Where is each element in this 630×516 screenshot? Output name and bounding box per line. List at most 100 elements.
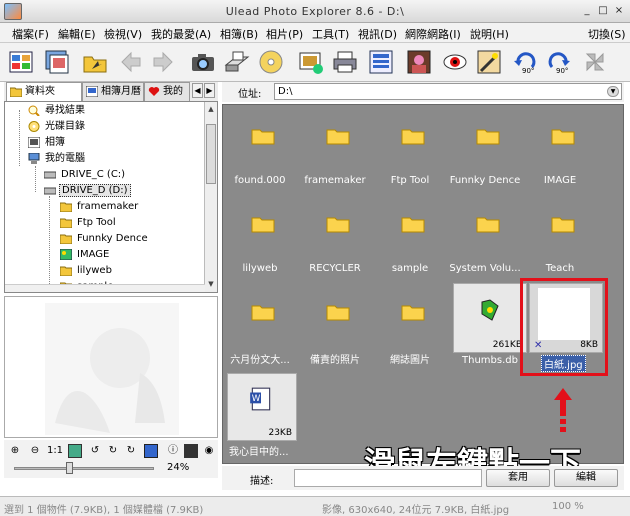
menu-album[interactable]: 相簿(B): [220, 26, 258, 42]
file-item-blog-images[interactable]: 網誌圖片: [373, 281, 447, 366]
menu-video[interactable]: 視訊(D): [358, 26, 397, 42]
tab-albums[interactable]: 相簿月曆: [82, 82, 144, 101]
file-label-doc: 我心目中的...: [229, 447, 289, 458]
folder-icon: [476, 129, 500, 145]
file-item-image[interactable]: IMAGE: [523, 105, 597, 186]
zoom-slider-knob[interactable]: [66, 462, 73, 474]
photo-icon[interactable]: [406, 49, 432, 75]
file-item-framemaker[interactable]: framemaker: [298, 105, 372, 186]
tree-item-my-computer[interactable]: 我的電腦: [28, 151, 87, 166]
menu-file[interactable]: 檔案(F): [12, 26, 49, 42]
info-icon[interactable]: ⓘ: [166, 444, 180, 458]
tree-item-ftp-tool[interactable]: Ftp Tool: [60, 215, 118, 230]
tree-item-drive-d[interactable]: DRIVE_D (D:): [44, 183, 131, 198]
status-bar: 選到 1 個物件 (7.9KB), 1 個媒體檔 (7.9KB) 影像, 630…: [0, 496, 630, 516]
file-item-lilyweb[interactable]: lilyweb: [223, 193, 297, 274]
back-icon[interactable]: [118, 49, 144, 75]
tab-scroll-left-icon[interactable]: ◀: [192, 83, 203, 98]
zoom-out-icon[interactable]: ⊖: [28, 444, 42, 458]
file-item-backup-photos[interactable]: 備責的照片: [298, 281, 372, 366]
actual-size-button[interactable]: 1:1: [46, 444, 64, 458]
file-item-funnky-dence[interactable]: Funnky Dence: [448, 105, 522, 186]
menu-favorites[interactable]: 我的最愛(A): [151, 26, 211, 42]
browse-icon[interactable]: [44, 49, 70, 75]
file-item-ftp-tool[interactable]: Ftp Tool: [373, 105, 447, 186]
minimize-button[interactable]: _: [580, 4, 594, 18]
forward-icon[interactable]: [150, 49, 176, 75]
tree-item-disc-catalog[interactable]: 光碟目錄: [28, 119, 87, 134]
preview-pane: [4, 296, 218, 438]
tree-horizontal-scrollbar[interactable]: [5, 284, 205, 292]
rotate-left-small-icon[interactable]: ↺: [88, 444, 102, 458]
slideshow-icon[interactable]: [298, 49, 324, 75]
scroll-up-icon[interactable]: ▲: [205, 103, 217, 115]
photo-small-icon[interactable]: [184, 444, 198, 458]
menu-edit[interactable]: 編輯(E): [58, 26, 96, 42]
scroll-down-icon[interactable]: ▼: [205, 278, 217, 290]
rotate-right-icon[interactable]: 90°: [546, 49, 572, 75]
title-bar: Ulead Photo Explorer 8.6 - D:\ _ □ ×: [0, 0, 630, 23]
folder-up-icon[interactable]: [82, 49, 108, 75]
edit-button[interactable]: 編輯: [554, 469, 618, 487]
tree-scroll-thumb[interactable]: [206, 124, 216, 184]
folder-icon: [401, 305, 425, 321]
print-icon[interactable]: [332, 49, 358, 75]
file-item-recycler[interactable]: RECYCLER: [298, 193, 372, 274]
film-icon[interactable]: [144, 444, 158, 458]
svg-text:W: W: [252, 394, 261, 404]
menu-photo[interactable]: 相片(P): [266, 26, 303, 42]
thumbnails-icon[interactable]: [8, 49, 34, 75]
redeye-icon[interactable]: [442, 49, 468, 75]
tab-scroll-right-icon[interactable]: ▶: [204, 83, 215, 98]
close-button[interactable]: ×: [612, 4, 626, 18]
menu-view[interactable]: 檢視(V): [104, 26, 142, 42]
fit-icon[interactable]: [68, 444, 82, 458]
apply-button[interactable]: 套用: [486, 469, 550, 487]
magic-wand-icon[interactable]: [476, 49, 502, 75]
folder-icon: [326, 129, 350, 145]
file-item-june-doc[interactable]: 六月份文大...: [223, 281, 297, 366]
tree-item-albums[interactable]: 相簿: [28, 135, 67, 150]
preview-image: [45, 303, 179, 435]
arrow-up-icon: [554, 388, 572, 432]
pinwheel-icon[interactable]: [582, 49, 608, 75]
menu-tools[interactable]: 工具(T): [312, 26, 349, 42]
folder-icon: [251, 129, 275, 145]
menu-switch[interactable]: 切換(S): [588, 26, 626, 42]
view-icon[interactable]: [368, 49, 394, 75]
maximize-button[interactable]: □: [596, 4, 610, 18]
rotate-right-small-icon[interactable]: ↻: [106, 444, 120, 458]
zoom-in-icon[interactable]: ⊕: [8, 444, 22, 458]
menu-internet[interactable]: 網際網路(I): [405, 26, 461, 42]
address-input[interactable]: D:\ ▼: [274, 83, 622, 100]
file-label: 六月份文大...: [230, 355, 290, 366]
file-item-teach[interactable]: Teach: [523, 193, 597, 274]
description-input[interactable]: [294, 469, 482, 487]
zoom-slider-track[interactable]: [14, 467, 154, 470]
doc-thumbnail[interactable]: W 23KB: [227, 373, 297, 441]
tree-item-image[interactable]: IMAGE: [60, 247, 111, 262]
search-results-icon: [28, 105, 40, 116]
tree-item-funnky-dence[interactable]: Funnky Dence: [60, 231, 150, 246]
tab-favorites[interactable]: 我的: [144, 82, 190, 101]
tree-item-framemaker[interactable]: framemaker: [60, 199, 140, 214]
file-item-sample[interactable]: sample: [373, 193, 447, 274]
tree-item-search-results[interactable]: 尋找結果: [28, 103, 87, 118]
menu-bar: 檔案(F) 編輯(E) 檢視(V) 我的最愛(A) 相簿(B) 相片(P) 工具…: [0, 23, 630, 43]
scanner-icon[interactable]: [224, 49, 250, 75]
description-label: 描述:: [250, 476, 274, 487]
file-item-found-000[interactable]: found.000: [223, 105, 297, 186]
cd-icon[interactable]: [258, 49, 284, 75]
rotate-left-icon[interactable]: 90°: [512, 49, 538, 75]
file-item-system-volume[interactable]: System Volu...: [448, 193, 522, 274]
tree-scrollbar[interactable]: ▲ ▼: [204, 102, 217, 292]
file-label: Funnky Dence: [449, 175, 521, 186]
tab-folders[interactable]: 資料夾: [6, 82, 82, 101]
wifi-icon[interactable]: ◉: [202, 444, 216, 458]
camera-icon[interactable]: [190, 49, 216, 75]
tree-item-drive-c[interactable]: DRIVE_C (C:): [44, 167, 127, 182]
chevron-down-icon[interactable]: ▼: [607, 86, 619, 97]
tree-item-lilyweb[interactable]: lilyweb: [60, 263, 114, 278]
menu-help[interactable]: 說明(H): [470, 26, 509, 42]
flip-icon[interactable]: ↻: [124, 444, 138, 458]
